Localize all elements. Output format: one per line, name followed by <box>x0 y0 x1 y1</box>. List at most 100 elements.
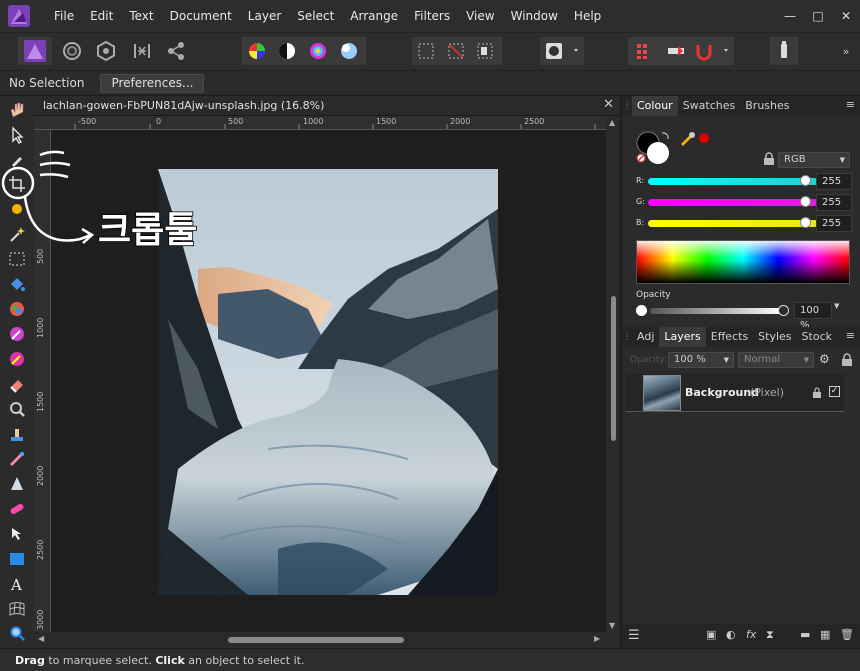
clone-stamp-tool-icon[interactable] <box>7 424 27 444</box>
vertical-scroll-thumb[interactable] <box>611 296 616 441</box>
scroll-left-icon[interactable]: ◀ <box>38 634 44 643</box>
document-tab[interactable]: lachlan-gowen-FbPUN81dAjw-unsplash.jpg (… <box>34 96 620 116</box>
menu-arrange[interactable]: Arrange <box>342 0 406 32</box>
group-folder-icon[interactable]: ▬ <box>800 628 810 641</box>
sharpen-tool-icon[interactable] <box>7 474 27 494</box>
live-filter-icon[interactable]: ⧗ <box>766 628 774 642</box>
healing-brush-tool-icon[interactable] <box>7 449 27 469</box>
toolbar-overflow-icon[interactable]: » <box>836 37 856 65</box>
adjustment-icon[interactable]: ◐ <box>726 628 736 641</box>
zoom-tool-icon[interactable] <box>7 623 27 643</box>
layer-visibility-checkbox[interactable]: ✓ <box>829 386 840 397</box>
colour-spectrum[interactable] <box>636 240 850 284</box>
selection-brush-tool-icon[interactable] <box>7 199 27 219</box>
layers-stack-icon[interactable]: ☰ <box>628 628 640 643</box>
fx-icon[interactable]: fx <box>746 628 756 641</box>
tab-adj[interactable]: Adj <box>632 327 659 347</box>
blue-value-field[interactable]: 255 <box>816 215 852 232</box>
slider-blue[interactable]: B: 255 <box>634 215 860 233</box>
layer-settings-gear-icon[interactable]: ⚙ <box>819 352 830 366</box>
vertical-scrollbar[interactable]: ▲ ▼ <box>606 116 620 648</box>
scroll-right-icon[interactable]: ▶ <box>594 634 600 643</box>
blue-knob[interactable] <box>800 217 811 228</box>
quick-mask-button[interactable] <box>540 37 584 65</box>
tab-stock[interactable]: Stock <box>797 327 837 347</box>
blemish-removal-tool-icon[interactable] <box>7 499 27 519</box>
green-knob[interactable] <box>800 196 811 207</box>
mesh-warp-tool-icon[interactable] <box>7 599 27 619</box>
tab-styles[interactable]: Styles <box>753 327 796 347</box>
menu-file[interactable]: File <box>46 0 82 32</box>
pen-tool-icon[interactable] <box>7 524 27 544</box>
panel-grip-icon[interactable]: ⋮ <box>622 327 632 347</box>
document-image[interactable] <box>158 169 498 595</box>
opacity-knob[interactable] <box>778 305 789 316</box>
opacity-track[interactable] <box>650 308 782 314</box>
eraser-tool-icon[interactable] <box>7 374 27 394</box>
menu-text[interactable]: Text <box>121 0 161 32</box>
layer-opacity-select[interactable]: 100 % ▼ <box>668 352 734 368</box>
panel-menu-icon[interactable]: ≡ <box>846 329 855 342</box>
menu-select[interactable]: Select <box>289 0 342 32</box>
close-document-icon[interactable]: ✕ <box>603 97 614 112</box>
photo-persona-button[interactable] <box>18 37 52 65</box>
menu-layer[interactable]: Layer <box>240 0 289 32</box>
tab-colour[interactable]: Colour <box>632 96 678 116</box>
move-tool-icon[interactable] <box>7 125 27 145</box>
assistant-button[interactable] <box>770 37 798 65</box>
text-tool-icon[interactable]: A <box>7 574 27 594</box>
opacity-dropdown-icon[interactable]: ▼ <box>834 302 839 310</box>
panel-grip-icon[interactable]: ⋮ <box>622 96 632 116</box>
menu-document[interactable]: Document <box>162 0 240 32</box>
tab-brushes[interactable]: Brushes <box>740 96 794 116</box>
slider-red[interactable]: R: 255 <box>634 173 860 191</box>
minimize-icon[interactable]: — <box>776 0 804 32</box>
delete-layer-icon[interactable]: 🗑 <box>840 628 854 641</box>
red-track[interactable] <box>648 178 818 185</box>
lock-icon[interactable] <box>762 152 776 166</box>
opacity-value-field[interactable]: 100 % <box>794 302 832 331</box>
colour-replacement-tool-icon[interactable] <box>7 324 27 344</box>
rectangle-tool-icon[interactable] <box>7 549 27 569</box>
tone-mapping-persona-icon[interactable] <box>128 37 156 65</box>
mask-layer-icon[interactable]: ▣ <box>706 628 716 641</box>
canvas-area[interactable] <box>52 131 606 632</box>
marquee-tool-icon[interactable] <box>7 249 27 269</box>
crop-tool-icon[interactable] <box>7 174 27 194</box>
layer-lock-icon[interactable] <box>841 353 853 367</box>
liquify-persona-icon[interactable] <box>58 37 86 65</box>
scroll-up-icon[interactable]: ▲ <box>609 118 615 127</box>
paint-brush-tool-icon[interactable] <box>7 299 27 319</box>
scroll-down-icon[interactable]: ▼ <box>609 621 615 630</box>
red-knob[interactable] <box>800 175 811 186</box>
layer-row-background[interactable]: Background (Pixel) ✓ <box>626 374 844 412</box>
develop-persona-icon[interactable] <box>92 37 120 65</box>
flood-fill-tool-icon[interactable] <box>7 274 27 294</box>
menu-window[interactable]: Window <box>503 0 566 32</box>
magic-wand-tool-icon[interactable] <box>7 224 27 244</box>
close-icon[interactable]: ✕ <box>832 0 860 32</box>
menu-help[interactable]: Help <box>566 0 609 32</box>
export-persona-icon[interactable] <box>162 37 190 65</box>
affinity-photo-logo-icon[interactable] <box>8 5 30 27</box>
tab-effects[interactable]: Effects <box>706 327 753 347</box>
red-value-field[interactable]: 255 <box>816 173 852 190</box>
blend-mode-select[interactable]: Normal ▼ <box>738 352 814 368</box>
menu-edit[interactable]: Edit <box>82 0 121 32</box>
color-picker-tool-icon[interactable] <box>7 150 27 170</box>
preferences-button[interactable]: Preferences... <box>100 73 205 93</box>
menu-view[interactable]: View <box>458 0 502 32</box>
layer-locked-icon[interactable] <box>812 387 822 399</box>
dodge-brush-tool-icon[interactable] <box>7 349 27 369</box>
add-pixel-layer-icon[interactable]: ▦ <box>820 628 830 641</box>
menu-filters[interactable]: Filters <box>406 0 458 32</box>
horizontal-scrollbar[interactable]: ◀ ▶ <box>34 632 606 648</box>
tab-layers[interactable]: Layers <box>659 327 706 347</box>
green-value-field[interactable]: 255 <box>816 194 852 211</box>
restore-icon[interactable]: □ <box>804 0 832 32</box>
tab-swatches[interactable]: Swatches <box>678 96 741 116</box>
colour-model-select[interactable]: RGB ▼ <box>778 152 850 168</box>
blue-track[interactable] <box>648 220 818 227</box>
eyedropper-icon[interactable] <box>678 130 714 146</box>
opacity-slider[interactable] <box>636 304 796 318</box>
